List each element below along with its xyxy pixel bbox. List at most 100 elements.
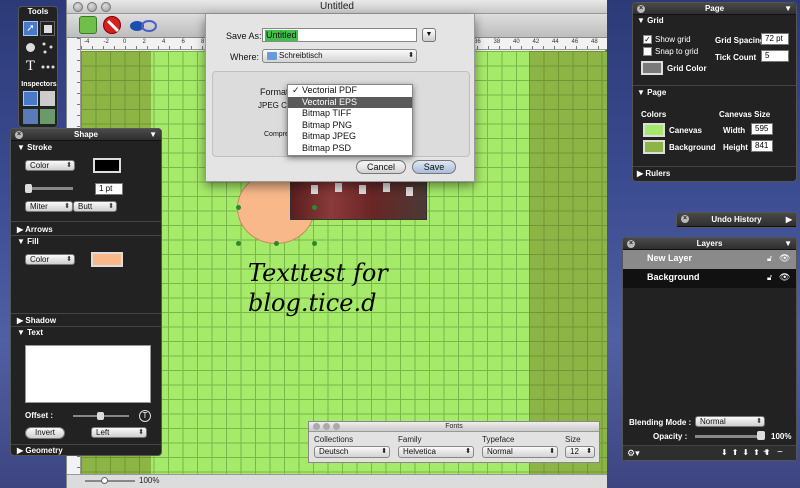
text-section[interactable]: ▼ Text xyxy=(17,328,43,337)
minimize-icon[interactable] xyxy=(323,423,330,430)
stroke-section[interactable]: ▼ Stroke xyxy=(17,143,52,152)
gear-icon[interactable]: ⚙︎▾ xyxy=(627,448,640,459)
selection-handle[interactable] xyxy=(274,241,279,246)
fill-section[interactable]: ▼ Fill xyxy=(17,237,39,246)
expand-dialog-button[interactable]: ▼ xyxy=(422,28,436,42)
remove-layer-icon[interactable]: − xyxy=(777,447,783,458)
show-grid-checkbox[interactable]: ✓ xyxy=(643,35,652,44)
rulers-section[interactable]: ▶ Rulers xyxy=(637,169,670,178)
close-icon[interactable]: × xyxy=(637,5,645,13)
offset-slider-knob[interactable] xyxy=(97,412,104,420)
stroke-color-mode-select[interactable]: Color xyxy=(25,160,75,171)
family-select[interactable]: Helvetica xyxy=(398,446,474,458)
format-menu-item[interactable]: Bitmap PNG xyxy=(288,120,412,132)
lock-icon[interactable]: 🔓︎ xyxy=(767,273,772,283)
zoom-slider-knob[interactable] xyxy=(101,477,108,484)
minimize-button[interactable] xyxy=(87,2,97,12)
fill-color-well[interactable] xyxy=(91,252,123,267)
grid-color-well[interactable] xyxy=(641,61,663,75)
format-menu-item[interactable]: Vectorial EPS xyxy=(288,96,412,109)
visibility-eye-icon[interactable]: 👁︎ xyxy=(779,272,790,283)
inspector-page-icon[interactable] xyxy=(40,91,55,106)
zoom-icon[interactable] xyxy=(333,423,340,430)
selection-handle[interactable] xyxy=(312,205,317,210)
format-menu-item[interactable]: Bitmap TIFF xyxy=(288,108,412,120)
selection-handle[interactable] xyxy=(312,241,317,246)
text-align-select[interactable]: Left xyxy=(91,427,147,438)
snap-to-grid-checkbox[interactable] xyxy=(643,47,652,56)
stroke-color-well[interactable] xyxy=(93,158,121,173)
invert-button[interactable]: Invert xyxy=(25,427,65,439)
inspector-layers-icon[interactable] xyxy=(23,109,38,124)
layers-titlebar[interactable]: × Layers ▼ xyxy=(623,238,796,250)
fill-color-mode-select[interactable]: Color xyxy=(25,254,75,265)
format-menu-item[interactable]: ✓ Vectorial PDF xyxy=(288,85,412,97)
text-tool-icon[interactable]: T xyxy=(23,59,38,74)
page-panel-titlebar[interactable]: × Page ▼ xyxy=(633,3,796,15)
fonts-titlebar[interactable]: Fonts xyxy=(309,422,599,432)
save-button[interactable]: Save xyxy=(412,160,456,174)
height-field[interactable]: 841 xyxy=(751,140,773,152)
size-select[interactable]: 12 xyxy=(565,446,595,458)
page-section[interactable]: ▼ Page xyxy=(637,88,666,97)
cancel-button[interactable]: Cancel xyxy=(356,160,406,174)
ellipse-tool-icon[interactable] xyxy=(23,40,38,55)
rectangle-tool-icon[interactable] xyxy=(40,21,55,36)
typeface-select[interactable]: Normal xyxy=(482,446,558,458)
canvas-text[interactable]: Texttest for blog.tice.d xyxy=(248,258,388,318)
undo-history-titlebar[interactable]: × Undo History ▶ xyxy=(677,213,796,227)
grid-section[interactable]: ▼ Grid xyxy=(637,16,664,25)
layer-row[interactable]: Background 🔓︎ 👁︎ xyxy=(623,269,796,288)
opacity-slider-knob[interactable] xyxy=(757,431,765,440)
zoom-slider[interactable] xyxy=(85,480,135,482)
collections-select[interactable]: Deutsch xyxy=(314,446,390,458)
join-select[interactable]: Miter xyxy=(25,201,73,212)
tick-count-field[interactable]: 5 xyxy=(761,50,789,62)
collapse-icon[interactable]: ▼ xyxy=(784,238,792,250)
new-page-icon[interactable] xyxy=(79,16,97,34)
visibility-eye-icon[interactable]: 👁︎ xyxy=(779,253,790,264)
stop-icon[interactable] xyxy=(103,16,121,34)
cap-select[interactable]: Butt xyxy=(73,201,117,212)
opacity-slider[interactable] xyxy=(695,435,765,438)
collapse-icon[interactable]: ▼ xyxy=(149,129,157,141)
inspector-zoom-icon[interactable] xyxy=(40,109,55,124)
polygon-tool-icon[interactable] xyxy=(40,40,55,55)
link-icon[interactable] xyxy=(129,20,157,32)
lock-icon[interactable]: 🔓︎ xyxy=(767,254,772,264)
grid-spacing-field[interactable]: 72 pt xyxy=(761,33,789,45)
width-field[interactable]: 595 xyxy=(751,123,773,135)
stroke-width-slider[interactable] xyxy=(25,187,73,190)
close-icon[interactable]: × xyxy=(627,240,635,248)
close-button[interactable] xyxy=(73,2,83,12)
selection-handle[interactable] xyxy=(236,241,241,246)
blending-mode-select[interactable]: Normal xyxy=(695,416,765,427)
where-select[interactable]: Schreibtisch xyxy=(262,49,417,63)
selection-handle[interactable] xyxy=(236,205,241,210)
close-icon[interactable] xyxy=(313,423,320,430)
bezier-tool-icon[interactable] xyxy=(40,59,55,74)
window-titlebar[interactable]: Untitled xyxy=(67,0,607,14)
filename-field[interactable]: Untitled xyxy=(262,28,417,42)
format-menu-item[interactable]: Bitmap PSD xyxy=(288,143,412,155)
canvas-color-well[interactable] xyxy=(643,123,665,137)
zoom-button[interactable] xyxy=(101,2,111,12)
arrow-tool-icon[interactable]: ➚ xyxy=(23,21,38,36)
text-options-icon[interactable]: T xyxy=(139,410,151,422)
text-content-area[interactable] xyxy=(25,345,151,403)
stroke-width-field[interactable]: 1 pt xyxy=(95,183,123,195)
stroke-width-knob[interactable] xyxy=(25,184,32,193)
collapse-icon[interactable]: ▶ xyxy=(786,213,792,227)
arrows-section[interactable]: ▶ Arrows xyxy=(17,225,53,234)
close-icon[interactable]: × xyxy=(681,215,689,223)
format-menu-item[interactable]: Bitmap JPEG xyxy=(288,131,412,143)
inspector-shape-icon[interactable] xyxy=(23,91,38,106)
layer-row-selected[interactable]: New Layer 🔓︎ 👁︎ xyxy=(623,250,796,269)
collapse-icon[interactable]: ▼ xyxy=(784,3,792,15)
close-icon[interactable]: × xyxy=(15,131,23,139)
background-color-well[interactable] xyxy=(643,140,665,154)
shadow-section[interactable]: ▶ Shadow xyxy=(17,316,56,325)
shape-panel-titlebar[interactable]: × Shape ▼ xyxy=(11,129,161,141)
geometry-section[interactable]: ▶ Geometry xyxy=(17,446,63,455)
add-layer-icon[interactable]: + xyxy=(763,447,769,458)
